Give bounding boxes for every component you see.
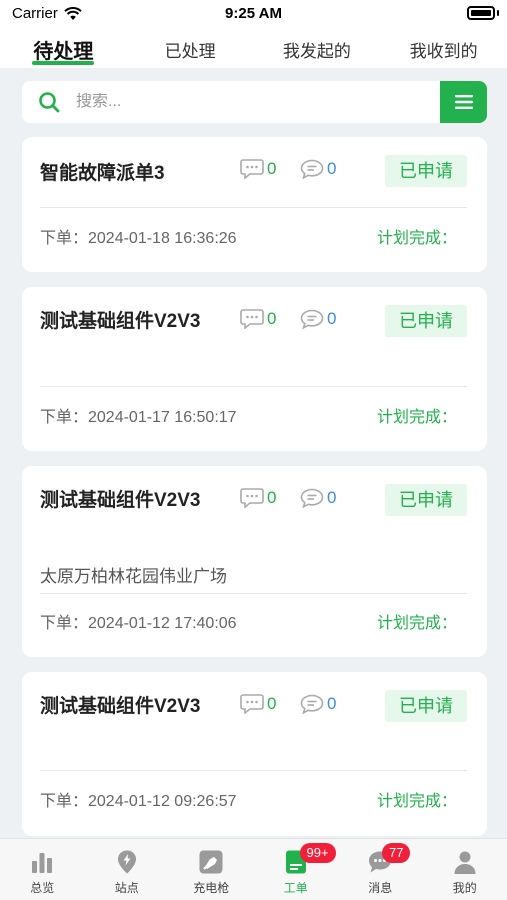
plan-complete-label: 计划完成：: [376, 615, 457, 632]
chat-bubble-icon: [300, 488, 324, 508]
work-order-badge: 99+: [299, 843, 336, 863]
tab-active-indicator: [32, 61, 95, 65]
menu-icon: [454, 95, 473, 109]
location-pin-icon: [117, 850, 136, 874]
nav-work-order-label: 工单: [283, 881, 308, 895]
work-order-title: 智能故障派单3: [40, 163, 165, 184]
comment-icon: [240, 694, 264, 714]
work-order-card[interactable]: 智能故障派单3 0 0 已申请 下单：2024-01-18 16:36:26 计…: [22, 137, 487, 272]
card-divider: [40, 593, 467, 594]
battery-icon: [467, 6, 495, 20]
card-divider: [40, 386, 467, 387]
comment-counter[interactable]: 0: [240, 488, 276, 508]
comment-counter[interactable]: 0: [240, 694, 276, 714]
comment-counter[interactable]: 0: [240, 309, 276, 329]
message-count: 0: [327, 159, 337, 178]
nav-messages-label: 消息: [368, 881, 393, 895]
filter-menu-button[interactable]: [440, 81, 487, 123]
order-time: 下单：2024-01-12 17:40:06: [40, 615, 237, 632]
plan-complete-label: 计划完成：: [376, 793, 457, 810]
tab-processed[interactable]: 已处理: [127, 28, 254, 68]
work-order-card[interactable]: 测试基础组件V2V3 0 0 已申请 太原万柏林花园伟业广场 下单：2024-0…: [22, 466, 487, 657]
bar-chart-icon: [32, 853, 53, 873]
order-time: 下单：2024-01-18 16:36:26: [40, 230, 237, 247]
tab-initiated-label: 我发起的: [282, 42, 351, 61]
search-bar: [22, 81, 487, 123]
tab-pending-label: 待处理: [33, 41, 94, 63]
work-order-location: 太原万柏林花园伟业广场: [40, 567, 227, 586]
work-order-card[interactable]: 测试基础组件V2V3 0 0 已申请 下单：2024-01-12 09:26:5…: [22, 672, 487, 836]
tab-received[interactable]: 我收到的: [380, 28, 507, 68]
status-badge: 已申请: [385, 305, 467, 337]
search-icon: [39, 92, 60, 113]
search-input[interactable]: [76, 93, 416, 111]
chat-bubble-icon: [300, 159, 324, 179]
order-time: 下单：2024-01-17 16:50:17: [40, 409, 237, 426]
nav-mine[interactable]: 我的: [423, 839, 507, 900]
card-divider: [40, 207, 467, 208]
comment-icon: [240, 488, 264, 508]
comment-counter[interactable]: 0: [240, 159, 276, 179]
nav-messages[interactable]: 消息 77: [338, 839, 423, 900]
message-counter[interactable]: 0: [300, 694, 336, 714]
status-badge: 已申请: [385, 155, 467, 187]
tab-received-label: 我收到的: [409, 42, 478, 61]
status-bar: Carrier 9:25 AM: [0, 0, 507, 28]
tab-initiated[interactable]: 我发起的: [254, 28, 381, 68]
bottom-nav: 总览 站点 充电枪 工单 99+ 消息 77 我的: [0, 838, 507, 900]
status-badge: 已申请: [385, 690, 467, 722]
work-order-title: 测试基础组件V2V3: [40, 311, 201, 332]
work-order-title: 测试基础组件V2V3: [40, 490, 201, 511]
comment-count: 0: [267, 309, 277, 328]
chat-bubble-icon: [300, 694, 324, 714]
status-badge: 已申请: [385, 484, 467, 516]
work-order-card[interactable]: 测试基础组件V2V3 0 0 已申请 下单：2024-01-17 16:50:1…: [22, 287, 487, 451]
nav-overview-label: 总览: [30, 881, 55, 895]
card-divider: [40, 770, 467, 771]
order-time: 下单：2024-01-12 09:26:57: [40, 793, 237, 810]
comment-icon: [240, 159, 264, 179]
status-time: 9:25 AM: [225, 5, 282, 22]
plan-complete-label: 计划完成：: [376, 409, 457, 426]
comment-count: 0: [267, 159, 277, 178]
nav-station-label: 站点: [114, 881, 139, 895]
comment-count: 0: [267, 488, 277, 507]
message-count: 0: [327, 488, 337, 507]
chat-bubble-icon: [300, 309, 324, 329]
nav-station[interactable]: 站点: [85, 839, 170, 900]
message-counter[interactable]: 0: [300, 309, 336, 329]
tab-pending[interactable]: 待处理: [0, 28, 127, 68]
nav-charging-gun-label: 充电枪: [193, 881, 230, 895]
work-order-title: 测试基础组件V2V3: [40, 696, 201, 717]
messages-badge: 77: [382, 843, 411, 863]
plan-complete-label: 计划完成：: [376, 230, 457, 247]
charging-gun-icon: [199, 850, 223, 874]
user-icon: [454, 851, 476, 874]
battery-tip: [497, 10, 499, 16]
message-counter[interactable]: 0: [300, 159, 336, 179]
message-counter[interactable]: 0: [300, 488, 336, 508]
tab-bar: 待处理 已处理 我发起的 我收到的: [0, 28, 507, 68]
nav-work-order[interactable]: 工单 99+: [254, 839, 339, 900]
nav-charging-gun[interactable]: 充电枪: [169, 839, 254, 900]
nav-mine-label: 我的: [452, 881, 477, 895]
comment-icon: [240, 309, 264, 329]
tab-processed-label: 已处理: [164, 42, 216, 61]
nav-overview[interactable]: 总览: [0, 839, 85, 900]
message-count: 0: [327, 309, 337, 328]
message-count: 0: [327, 694, 337, 713]
comment-count: 0: [267, 694, 277, 713]
